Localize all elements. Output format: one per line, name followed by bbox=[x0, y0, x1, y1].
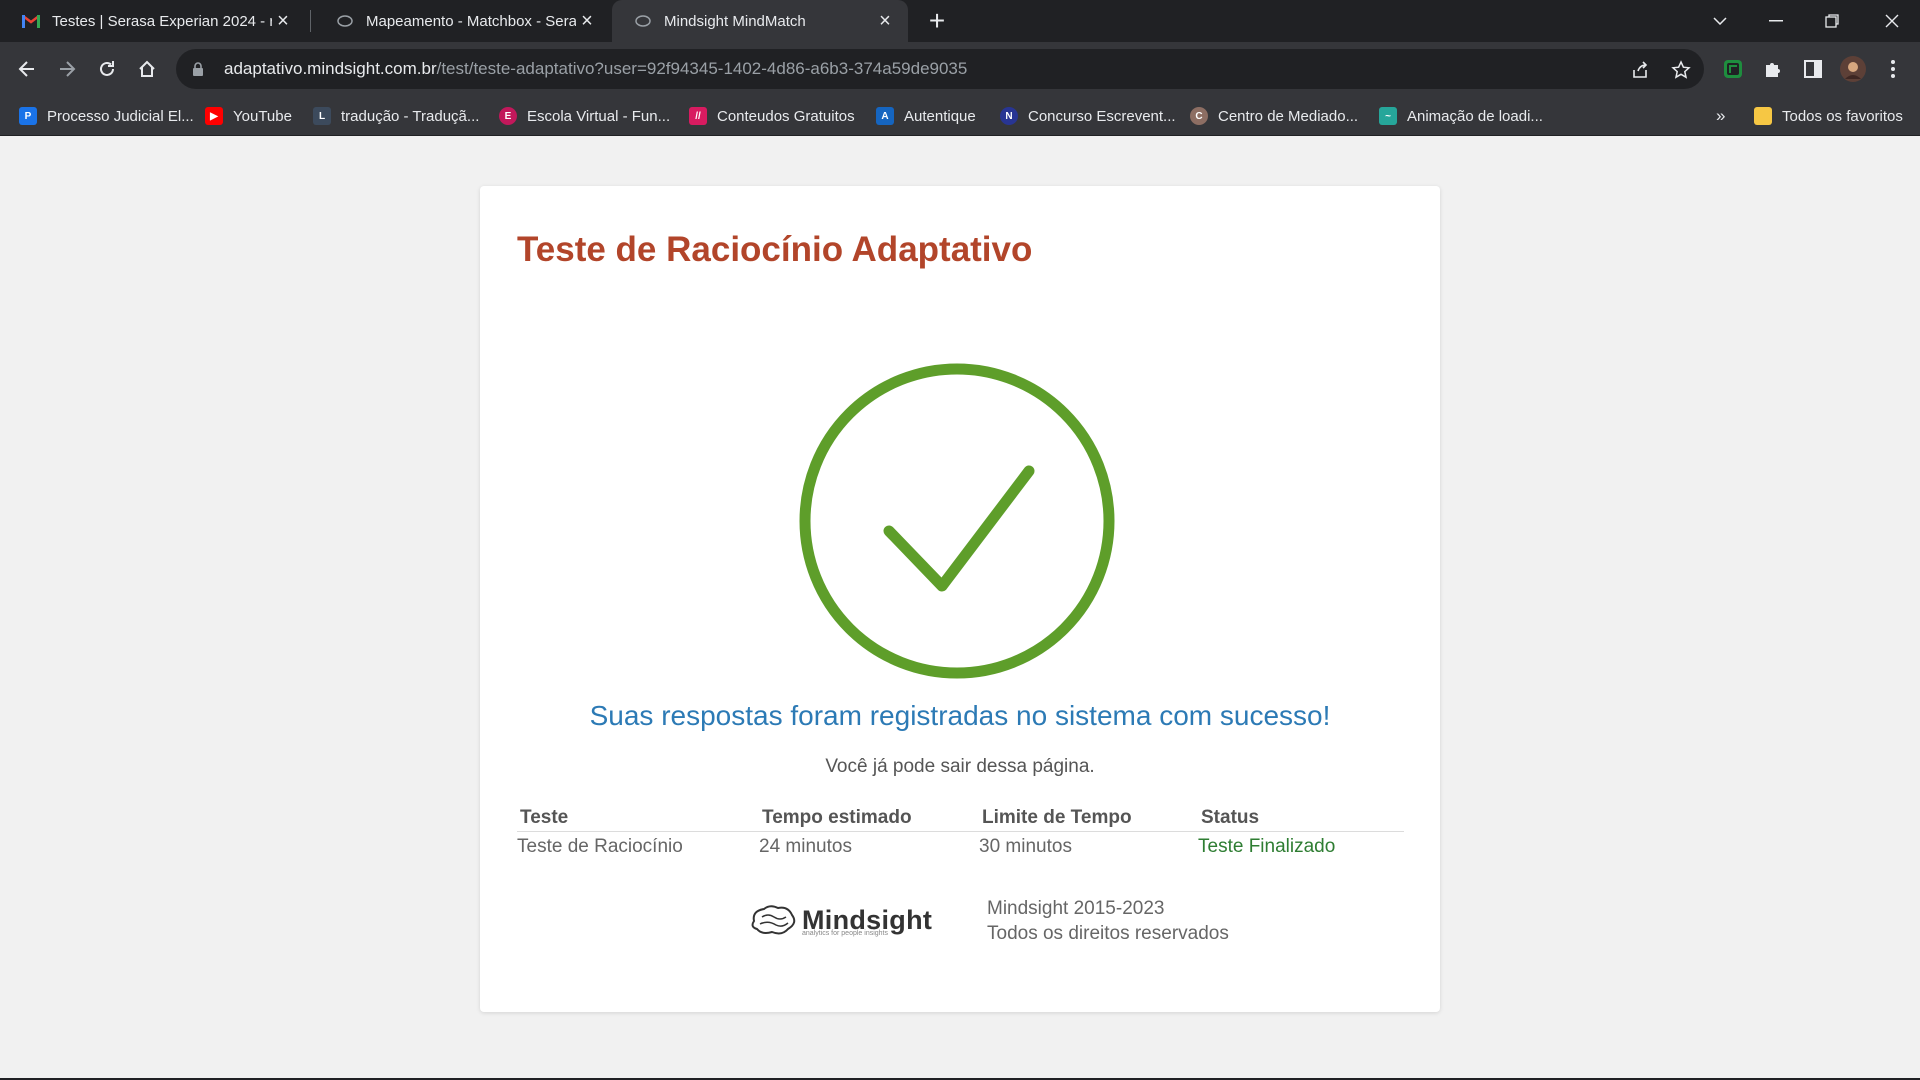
back-button[interactable] bbox=[12, 54, 42, 84]
bookmark-concurso[interactable]: N Concurso Escrevent... bbox=[1000, 96, 1176, 136]
tab-strip: Testes | Serasa Experian 2024 - r × Mape… bbox=[0, 0, 1920, 42]
leave-page-message: Você já pode sair dessa página. bbox=[825, 756, 1095, 777]
more-bookmarks-button[interactable]: » bbox=[1716, 96, 1725, 136]
test-info-table: Teste Tempo estimado Limite de Tempo Sta… bbox=[517, 799, 1404, 858]
menu-dots-icon[interactable] bbox=[1878, 54, 1908, 84]
forward-button[interactable] bbox=[52, 54, 82, 84]
youtube-icon: ▶ bbox=[205, 107, 223, 125]
extensions-puzzle-icon[interactable] bbox=[1758, 54, 1788, 84]
bookmark-traducao[interactable]: L tradução - Traduçã... bbox=[313, 96, 479, 136]
tab-title: Testes | Serasa Experian 2024 - r bbox=[52, 12, 272, 30]
conteudos-icon: // bbox=[689, 107, 707, 125]
side-panel-icon[interactable] bbox=[1798, 54, 1828, 84]
bookmarks-bar: P Processo Judicial El... ▶ YouTube L tr… bbox=[0, 96, 1920, 136]
result-card: Teste de Raciocínio Adaptativo Suas resp… bbox=[480, 186, 1440, 1012]
bookmark-animacao[interactable]: ~ Animação de loadi... bbox=[1379, 96, 1543, 136]
test-name-cell: Teste de Raciocínio bbox=[517, 835, 683, 857]
bookmark-label: Centro de Mediado... bbox=[1218, 107, 1359, 125]
tab-separator bbox=[310, 10, 311, 32]
footer-copyright: Mindsight 2015-2023 Todos os direitos re… bbox=[987, 896, 1229, 946]
share-icon[interactable] bbox=[1628, 57, 1654, 83]
bookmark-star-icon[interactable] bbox=[1668, 57, 1694, 83]
tab-mindmatch[interactable]: Mindsight MindMatch × bbox=[612, 0, 908, 42]
table-header-row: Teste Tempo estimado Limite de Tempo Sta… bbox=[517, 799, 1404, 832]
minimize-button[interactable] bbox=[1748, 0, 1804, 42]
url-host: adaptativo.mindsight.com.br bbox=[224, 59, 437, 78]
bookmark-label: Animação de loadi... bbox=[1407, 107, 1543, 125]
reload-button[interactable] bbox=[92, 54, 122, 84]
lock-icon[interactable] bbox=[192, 61, 214, 77]
column-header: Limite de Tempo bbox=[979, 799, 1198, 832]
rights-reserved: Todos os direitos reservados bbox=[987, 923, 1229, 944]
loading-icon: ~ bbox=[1379, 107, 1397, 125]
mindsight-logo: Mindsight analytics for people insights bbox=[748, 900, 948, 940]
mindsight-icon bbox=[634, 12, 652, 30]
all-bookmarks-label: Todos os favoritos bbox=[1782, 107, 1903, 125]
bookmark-label: Processo Judicial El... bbox=[47, 107, 194, 125]
tab-title: Mindsight MindMatch bbox=[664, 12, 806, 30]
linguee-icon: L bbox=[313, 107, 331, 125]
url-path: /test/teste-adaptativo?user=92f94345-140… bbox=[436, 59, 968, 78]
time-limit-cell: 30 minutos bbox=[979, 835, 1072, 857]
page-title: Teste de Raciocínio Adaptativo bbox=[517, 230, 1033, 269]
bookmark-youtube[interactable]: ▶ YouTube bbox=[205, 96, 292, 136]
bookmark-centro-mediacao[interactable]: C Centro de Mediado... bbox=[1190, 96, 1358, 136]
status-cell: Teste Finalizado bbox=[1198, 835, 1336, 857]
url-text[interactable]: adaptativo.mindsight.com.br/test/teste-a… bbox=[224, 59, 967, 79]
success-check-icon bbox=[799, 363, 1115, 679]
bookmark-autentique[interactable]: A Autentique bbox=[876, 96, 976, 136]
profile-avatar[interactable] bbox=[1838, 54, 1868, 84]
autentique-icon: A bbox=[876, 107, 894, 125]
extension-green-icon[interactable] bbox=[1718, 54, 1748, 84]
home-button[interactable] bbox=[132, 54, 162, 84]
all-bookmarks-button[interactable]: Todos os favoritos bbox=[1754, 96, 1903, 136]
bookmark-escola-virtual[interactable]: E Escola Virtual - Fun... bbox=[499, 96, 670, 136]
tab-title: Mapeamento - Matchbox - Sera bbox=[366, 12, 576, 30]
tab-gmail[interactable]: Testes | Serasa Experian 2024 - r × bbox=[0, 0, 306, 42]
close-icon[interactable]: × bbox=[272, 10, 294, 32]
pje-icon: P bbox=[19, 107, 37, 125]
estimated-time-cell: 24 minutos bbox=[759, 835, 852, 857]
browser-toolbar: adaptativo.mindsight.com.br/test/teste-a… bbox=[0, 42, 1920, 96]
mindsight-icon bbox=[336, 12, 354, 30]
bookmark-label: YouTube bbox=[233, 107, 292, 125]
table-row: Teste de Raciocínio 24 minutos 30 minuto… bbox=[517, 831, 1404, 858]
bookmark-label: Escola Virtual - Fun... bbox=[527, 107, 671, 125]
bookmark-label: Concurso Escrevent... bbox=[1028, 107, 1176, 125]
logo-tagline: analytics for people insights bbox=[802, 930, 888, 937]
column-header: Status bbox=[1198, 799, 1404, 832]
column-header: Tempo estimado bbox=[759, 799, 979, 832]
more-bookmarks-label: » bbox=[1716, 106, 1726, 125]
page-body: Teste de Raciocínio Adaptativo Suas resp… bbox=[0, 136, 1920, 1078]
close-window-button[interactable] bbox=[1864, 0, 1920, 42]
brain-logo-icon bbox=[751, 905, 796, 935]
gmail-icon bbox=[22, 12, 40, 30]
bookmark-label: Conteudos Gratuitos bbox=[717, 107, 855, 125]
copyright-years: Mindsight 2015-2023 bbox=[987, 898, 1165, 919]
column-header: Teste bbox=[517, 799, 759, 832]
concurso-icon: N bbox=[1000, 107, 1018, 125]
bookmark-label: Autentique bbox=[904, 107, 976, 125]
address-bar[interactable]: adaptativo.mindsight.com.br/test/teste-a… bbox=[176, 49, 1704, 89]
bookmark-pje[interactable]: P Processo Judicial El... bbox=[19, 96, 194, 136]
success-message: Suas respostas foram registradas no sist… bbox=[589, 700, 1331, 731]
new-tab-button[interactable]: + bbox=[922, 5, 952, 36]
bookmark-conteudos[interactable]: // Conteudos Gratuitos bbox=[689, 96, 855, 136]
escola-virtual-icon: E bbox=[499, 107, 517, 125]
close-icon[interactable]: × bbox=[874, 10, 896, 32]
tab-search-button[interactable] bbox=[1692, 0, 1748, 42]
restore-button[interactable] bbox=[1804, 0, 1860, 42]
folder-icon bbox=[1754, 107, 1772, 125]
tab-matchbox[interactable]: Mapeamento - Matchbox - Sera × bbox=[314, 0, 610, 42]
close-icon[interactable]: × bbox=[576, 10, 598, 32]
bookmark-label: tradução - Traduçã... bbox=[341, 107, 480, 125]
centro-mediacao-icon: C bbox=[1190, 107, 1208, 125]
